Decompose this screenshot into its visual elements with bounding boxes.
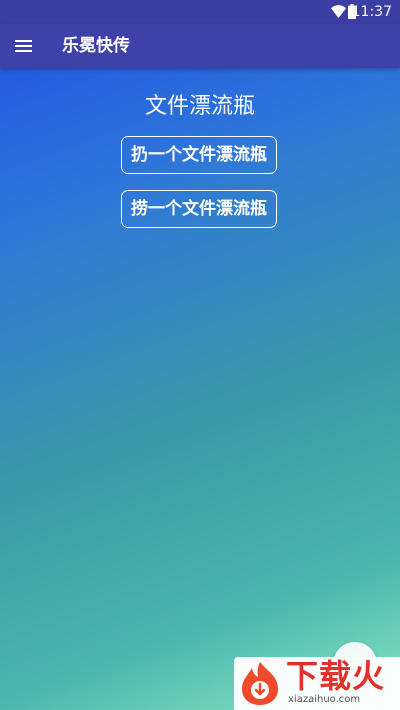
- menu-button[interactable]: [10, 32, 38, 60]
- watermark-url: xiazaihuo.com: [288, 694, 361, 705]
- throw-bottle-button[interactable]: 扔一个文件漂流瓶: [121, 136, 277, 174]
- flame-logo-icon: [242, 662, 278, 705]
- app-title: 乐冕快传: [62, 36, 130, 56]
- page-heading: 文件漂流瓶: [144, 94, 255, 119]
- status-time: 11:37: [351, 4, 392, 20]
- watermark: 下载火 xiazaihuo.com: [234, 657, 400, 710]
- wifi-icon: [331, 5, 346, 18]
- pick-bottle-button[interactable]: 捞一个文件漂流瓶: [121, 190, 277, 228]
- status-bar: 11:37: [0, 0, 400, 24]
- screen: 11:37 乐冕快传 文件漂流瓶 扔一个文件漂流瓶 捞一个文件漂流瓶 下载火 x…: [0, 0, 400, 710]
- watermark-text: 下载火: [286, 657, 386, 695]
- app-bar: 乐冕快传: [0, 24, 400, 68]
